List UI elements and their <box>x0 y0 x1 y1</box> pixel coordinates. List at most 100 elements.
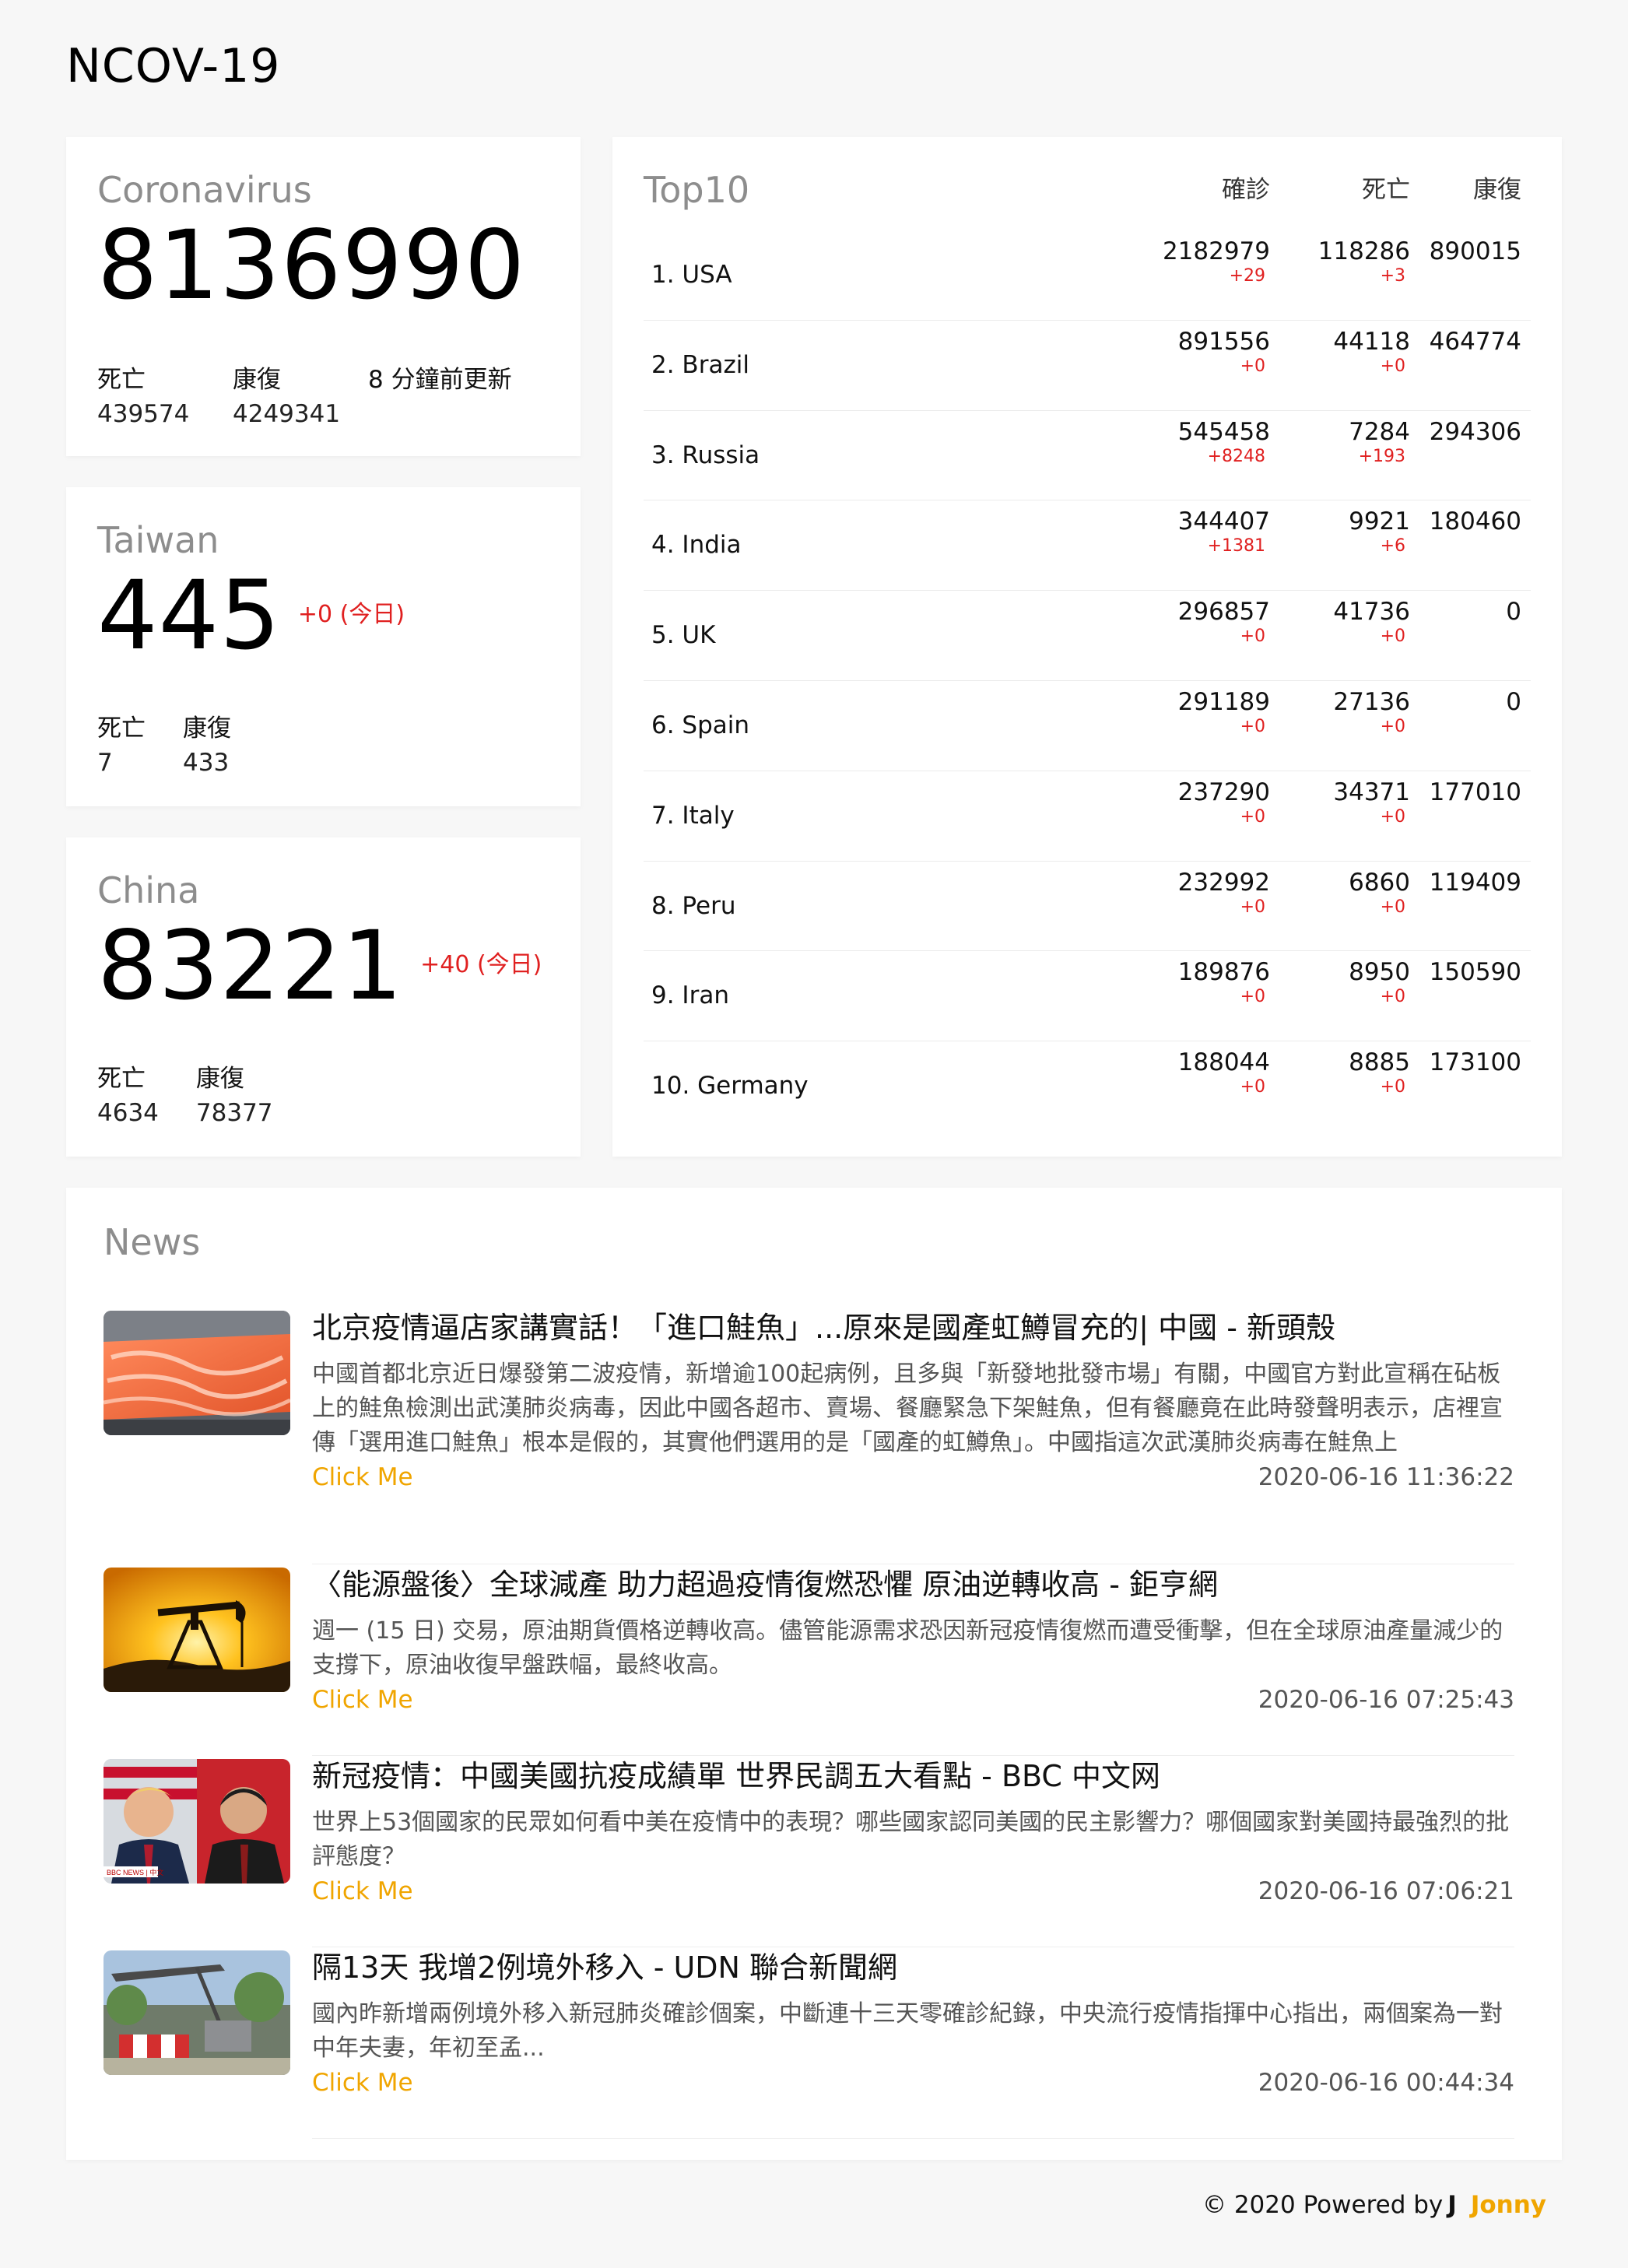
recovered-value: 173100 <box>1429 1048 1521 1077</box>
recovered-value: 0 <box>1506 598 1521 627</box>
confirmed-cell: 296857 +0 <box>1153 591 1270 647</box>
confirmed-value: 189876 <box>1177 958 1270 987</box>
recovered-value: 177010 <box>1429 778 1521 806</box>
recovered-value: 119409 <box>1429 868 1521 897</box>
top10-row: 10. Germany 188044 +0 8885 +0 173100 <box>644 1041 1531 1132</box>
top10-table: 1. USA 2182979 +29 118286 +3 890015 2. Brazil 8… <box>644 230 1531 1132</box>
confirmed-cell: 545458 +8248 <box>1153 411 1270 467</box>
taiwan-deaths-label: 死亡 <box>97 714 146 743</box>
global-recovered-label: 康復 <box>233 366 281 394</box>
confirmed-value: 188044 <box>1177 1048 1270 1077</box>
news-card: News 北京疫情逼店家講實話！「進口鮭魚」...原來是國產虹鱒冒充的| 中國 … <box>66 1188 1562 2160</box>
news-headline[interactable]: 新冠疫情：中國美國抗疫成績單 世界民調五大看點 - BBC 中文网 <box>312 1756 1514 1796</box>
global-recovered: 4249341 <box>233 400 341 428</box>
recovered-value: 890015 <box>1429 237 1521 265</box>
news-title: News <box>104 1221 201 1263</box>
author-link[interactable]: Jonny <box>1471 2191 1546 2219</box>
deaths-value: 118286 <box>1317 237 1410 265</box>
footer: © 2020 Powered by J Jonny <box>1202 2191 1546 2219</box>
news-headline[interactable]: 北京疫情逼店家講實話！「進口鮭魚」...原來是國產虹鱒冒充的| 中國 - 新頭殼 <box>312 1308 1514 1348</box>
confirmed-value: 2182979 <box>1162 237 1270 265</box>
news-timestamp: 2020-06-16 00:44:34 <box>1258 2069 1514 2097</box>
confirmed-delta: +8248 <box>1207 446 1265 466</box>
news-link[interactable]: Click Me <box>312 2066 413 2100</box>
deaths-delta: +0 <box>1380 1077 1405 1097</box>
news-item: BBC NEWS | 中文 新冠疫情：中國美國抗疫成績單 世界民調五大看點 - … <box>104 1756 1562 1947</box>
country-name: 9. Iran <box>651 981 729 1010</box>
country-name: 5. UK <box>651 621 716 650</box>
news-headline[interactable]: 隔13天 我增2例境外移入 - UDN 聯合新聞網 <box>312 1947 1514 1988</box>
recovered-cell: 119409 <box>1410 862 1531 897</box>
news-body: 〈能源盤後〉全球減產 助力超過疫情復燃恐懼 原油逆轉收高 - 鉅亨網 週一 (1… <box>312 1564 1514 1756</box>
confirmed-cell: 237290 +0 <box>1153 771 1270 827</box>
china-total: 83221 <box>97 911 404 1021</box>
recovered-value: 0 <box>1506 687 1521 716</box>
country-name: 7. Italy <box>651 801 735 830</box>
global-deaths: 439574 <box>97 400 190 428</box>
country-name: 4. India <box>651 531 742 560</box>
news-item: 隔13天 我增2例境外移入 - UDN 聯合新聞網 國內昨新增兩例境外移入新冠肺… <box>104 1947 1562 2139</box>
china-deaths-label: 死亡 <box>97 1065 146 1093</box>
country-name: 2. Brazil <box>651 350 749 379</box>
news-timestamp: 2020-06-16 07:25:43 <box>1258 1686 1514 1714</box>
news-headline[interactable]: 〈能源盤後〉全球減產 助力超過疫情復燃恐懼 原油逆轉收高 - 鉅亨網 <box>312 1564 1514 1605</box>
confirmed-cell: 291189 +0 <box>1153 681 1270 737</box>
recovered-value: 294306 <box>1429 417 1521 446</box>
deaths-cell: 34371 +0 <box>1270 771 1410 827</box>
deaths-value: 9921 <box>1349 507 1410 536</box>
news-item: 〈能源盤後〉全球減產 助力超過疫情復燃恐懼 原油逆轉收高 - 鉅亨網 週一 (1… <box>104 1564 1562 1756</box>
confirmed-value: 291189 <box>1177 687 1270 716</box>
confirmed-value: 344407 <box>1177 507 1270 536</box>
deaths-cell: 41736 +0 <box>1270 591 1410 647</box>
china-deaths: 4634 <box>97 1099 159 1127</box>
global-stats-card: Coronavirus 8136990 死亡 439574 康復 4249341… <box>66 137 581 456</box>
bbc-thumb-caption: BBC NEWS | 中文 <box>107 1868 163 1877</box>
deaths-value: 7284 <box>1349 417 1410 446</box>
deaths-delta: +3 <box>1380 266 1405 286</box>
country-name: 3. Russia <box>651 441 760 469</box>
taiwan-delta: +0 (今日) <box>297 601 405 628</box>
deaths-delta: +0 <box>1380 356 1405 376</box>
news-item: 北京疫情逼店家講實話！「進口鮭魚」...原來是國產虹鱒冒充的| 中國 - 新頭殼… <box>104 1308 1562 1564</box>
top10-row: 9. Iran 189876 +0 8950 +0 150590 <box>644 951 1531 1042</box>
top10-title: Top10 <box>644 169 750 211</box>
news-link[interactable]: Click Me <box>312 1874 413 1908</box>
taiwan-label: Taiwan <box>97 519 219 561</box>
col-header-recovered: 康復 <box>1473 176 1521 204</box>
news-thumbnail[interactable] <box>104 1950 290 2075</box>
confirmed-delta: +0 <box>1240 897 1265 917</box>
col-header-confirmed: 確診 <box>1222 176 1270 204</box>
deaths-delta: +0 <box>1380 627 1405 647</box>
news-link[interactable]: Click Me <box>312 1460 413 1494</box>
deaths-value: 8950 <box>1349 958 1410 987</box>
confirmed-delta: +0 <box>1240 1077 1265 1097</box>
top10-row: 7. Italy 237290 +0 34371 +0 177010 <box>644 771 1531 862</box>
confirmed-cell: 189876 +0 <box>1153 951 1270 1007</box>
news-thumbnail[interactable] <box>104 1311 290 1435</box>
deaths-cell: 9921 +6 <box>1270 500 1410 556</box>
news-body: 隔13天 我增2例境外移入 - UDN 聯合新聞網 國內昨新增兩例境外移入新冠肺… <box>312 1947 1514 2139</box>
global-label: Coronavirus <box>97 169 312 211</box>
deaths-value: 44118 <box>1333 327 1410 356</box>
recovered-cell: 464774 <box>1410 321 1531 356</box>
top10-row: 6. Spain 291189 +0 27136 +0 0 <box>644 681 1531 771</box>
recovered-cell: 890015 <box>1410 230 1531 266</box>
news-summary: 週一 (15 日) 交易，原油期貨價格逆轉收高。儘管能源需求恐因新冠疫情復燃而遭… <box>312 1617 1503 1679</box>
deaths-cell: 7284 +193 <box>1270 411 1410 467</box>
deaths-value: 8885 <box>1349 1048 1410 1077</box>
deaths-delta: +6 <box>1380 536 1405 556</box>
confirmed-delta: +0 <box>1240 627 1265 647</box>
news-body: 新冠疫情：中國美國抗疫成績單 世界民調五大看點 - BBC 中文网 世界上53個… <box>312 1756 1514 1947</box>
news-link[interactable]: Click Me <box>312 1683 413 1717</box>
china-label: China <box>97 869 200 911</box>
deaths-cell: 8885 +0 <box>1270 1041 1410 1097</box>
country-name: 6. Spain <box>651 711 750 739</box>
global-updated: 8 分鐘前更新 <box>368 366 512 394</box>
top10-row: 2. Brazil 891556 +0 44118 +0 464774 <box>644 321 1531 411</box>
country-name: 1. USA <box>651 261 732 289</box>
confirmed-cell: 2182979 +29 <box>1153 230 1270 286</box>
news-thumbnail[interactable] <box>104 1568 290 1692</box>
confirmed-cell: 188044 +0 <box>1153 1041 1270 1097</box>
top10-row: 3. Russia 545458 +8248 7284 +193 294306 <box>644 411 1531 501</box>
news-thumbnail[interactable]: BBC NEWS | 中文 <box>104 1759 290 1884</box>
